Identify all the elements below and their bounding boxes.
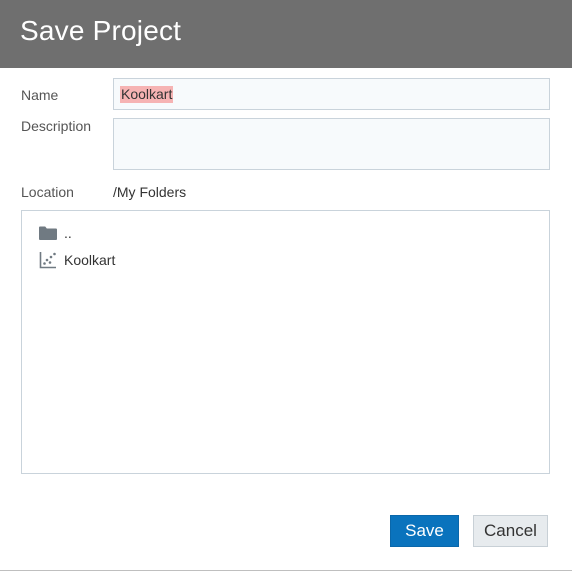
dialog-titlebar: Save Project	[0, 0, 572, 68]
save-project-dialog: Save Project Name Koolkart Description L…	[0, 0, 572, 571]
cancel-button[interactable]: Cancel	[473, 515, 548, 547]
name-field[interactable]: Koolkart	[113, 78, 550, 110]
description-label: Description	[21, 118, 92, 134]
location-label: Location	[21, 184, 74, 200]
folder-icon	[38, 223, 58, 243]
name-field-value[interactable]: Koolkart	[120, 85, 174, 103]
folder-browser[interactable]: .. Koolkart	[21, 210, 550, 474]
list-item-label: Koolkart	[64, 252, 116, 268]
location-path: /My Folders	[113, 184, 187, 200]
name-label: Name	[21, 87, 59, 103]
scatter-chart-icon	[38, 250, 58, 270]
list-item-koolkart[interactable]: Koolkart	[38, 249, 115, 271]
list-item-parent-folder[interactable]: ..	[38, 222, 72, 244]
description-field[interactable]	[113, 118, 550, 170]
save-button[interactable]: Save	[390, 515, 459, 547]
list-item-label: ..	[64, 225, 72, 241]
dialog-title: Save Project	[20, 15, 182, 46]
